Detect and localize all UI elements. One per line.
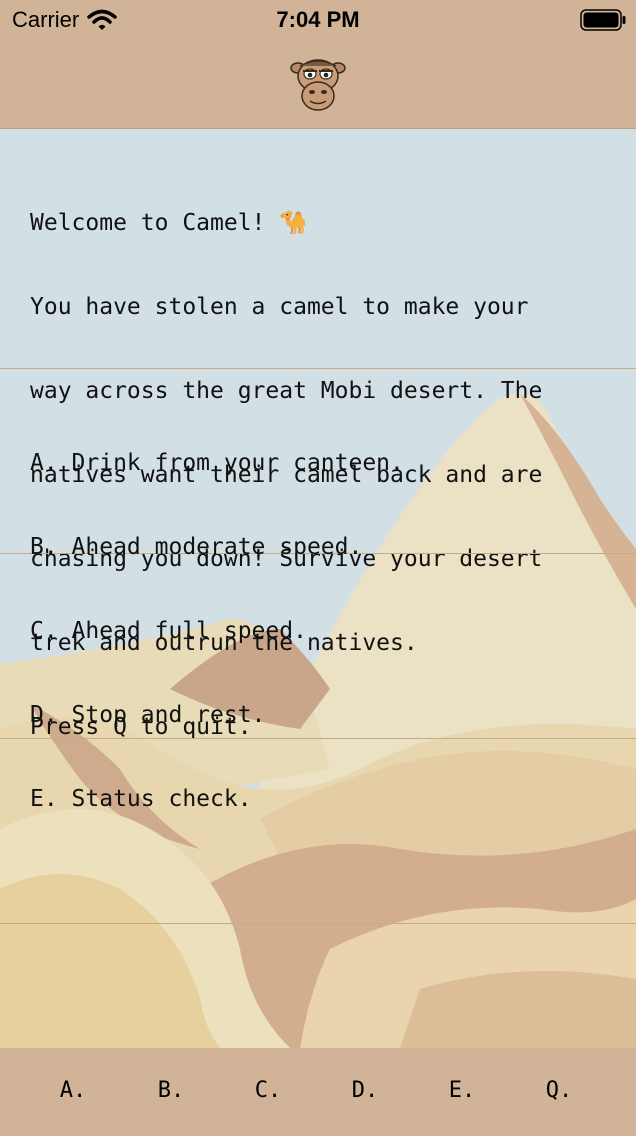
answer-button-d[interactable]: D. xyxy=(335,1078,395,1103)
answer-button-a[interactable]: A. xyxy=(43,1078,103,1103)
answer-button-e[interactable]: E. xyxy=(432,1078,492,1103)
message-cell-empty xyxy=(0,739,636,924)
options-panel: A. Drink from your canteen. B. Ahead mod… xyxy=(0,369,636,812)
answer-toolbar: A. B. C. D. E. Q. xyxy=(0,1048,636,1136)
message-cell-empty xyxy=(0,554,636,739)
status-bar: Carrier 7:04 PM xyxy=(0,0,636,40)
quit-button[interactable]: Q. xyxy=(529,1078,589,1103)
nav-bar xyxy=(0,40,636,129)
battery-icon xyxy=(580,9,626,31)
welcome-line: Welcome to Camel! 🐪 xyxy=(30,210,308,236)
status-time: 7:04 PM xyxy=(276,7,360,32)
option-line-a: A. Drink from your canteen. xyxy=(30,450,404,476)
welcome-line: You have stolen a camel to make your xyxy=(30,294,529,320)
welcome-panel: Welcome to Camel! 🐪 You have stolen a ca… xyxy=(0,129,636,740)
answer-button-c[interactable]: C. xyxy=(238,1078,298,1103)
camel-face-icon xyxy=(290,59,346,111)
answer-button-b[interactable]: B. xyxy=(141,1078,201,1103)
